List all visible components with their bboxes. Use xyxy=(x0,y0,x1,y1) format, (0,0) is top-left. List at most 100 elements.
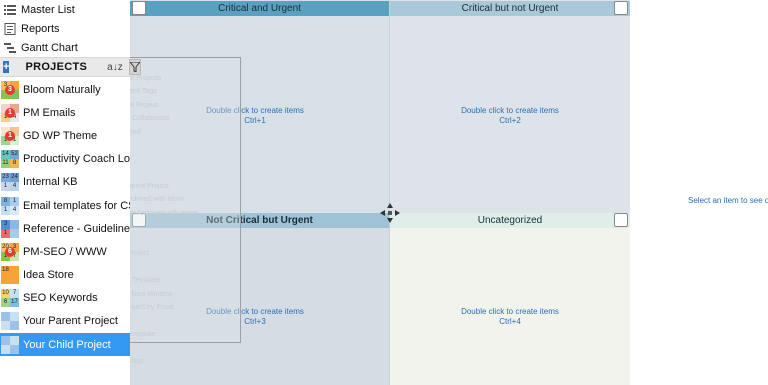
project-name: Email templates for CS Te xyxy=(23,199,130,212)
project-name: Internal KB xyxy=(23,176,78,189)
nav-master-list[interactable]: Master List xyxy=(0,0,130,19)
thumbnail-count xyxy=(10,266,19,276)
project-thumbnail-icon: 10 7 6 17 xyxy=(1,289,19,308)
nav-reports[interactable]: Reports xyxy=(0,19,130,38)
sidebar: Master List Reports Gantt Chart + PROJEC… xyxy=(0,0,141,385)
project-thumbnail-icon: 33 xyxy=(1,80,19,99)
thumbnail-count: 10 xyxy=(1,289,10,299)
alert-badge: 1 xyxy=(5,130,15,141)
thumbnail-count: 1 xyxy=(10,196,19,206)
project-item[interactable]: Your Child Project xyxy=(0,333,130,357)
thumbnail-count: 1 xyxy=(1,228,10,238)
move-cross-icon[interactable] xyxy=(380,203,400,223)
thumbnail-count: 23 xyxy=(1,173,10,183)
app-window: Critical and Urgent Double click to crea… xyxy=(0,0,768,385)
quadrant-uncategorized[interactable] xyxy=(390,213,630,385)
thumbnail-count: 4 xyxy=(10,182,19,192)
filter-button[interactable] xyxy=(128,59,141,75)
thumbnail-count xyxy=(10,219,19,229)
project-item[interactable]: 1452118 Productivity Coach Logan xyxy=(0,148,130,171)
nav-label-gantt: Gantt Chart xyxy=(21,41,78,54)
thumbnail-count xyxy=(1,275,10,285)
nav-label-reports: Reports xyxy=(21,22,60,35)
project-item[interactable]: 23 24 1 4 Internal KB xyxy=(0,171,130,194)
reports-icon xyxy=(4,22,16,35)
project-name: Productivity Coach Logan xyxy=(23,153,130,166)
project-thumbnail-icon: 20 3 1 7 6 xyxy=(1,242,19,261)
project-name: GD WP Theme xyxy=(23,129,98,142)
gantt-icon xyxy=(4,42,16,53)
thumbnail-count xyxy=(10,312,19,322)
project-item[interactable]: 10 7 6 17 SEO Keywords xyxy=(0,287,130,310)
add-project-icon[interactable]: + xyxy=(3,61,10,73)
project-thumbnail-icon: 18 xyxy=(1,266,19,285)
thumbnail-count xyxy=(10,228,19,238)
project-name: SEO Keywords xyxy=(23,292,98,305)
quadrant-header-2[interactable]: Critical but not Urgent xyxy=(390,1,630,16)
quadrant-1-checkbox[interactable] xyxy=(132,1,146,15)
project-name: Your Parent Project xyxy=(23,315,118,328)
project-name: Idea Store xyxy=(23,269,74,282)
alert-badge: 1 xyxy=(5,107,15,118)
matrix-divider xyxy=(389,0,390,385)
thumbnail-count: 17 xyxy=(10,298,19,308)
project-list: 3 3 Bloom Naturally 1 4 1 PM Emails 1 1 1 GD WP Th… xyxy=(0,78,130,357)
alert-badge: 6 xyxy=(5,246,15,257)
projects-label: PROJECTS xyxy=(25,61,88,73)
thumbnail-count: 18 xyxy=(1,266,10,276)
quadrant-4-hint: Double click to create items xyxy=(461,307,559,316)
thumbnail-count: 6 xyxy=(1,298,10,308)
project-thumbnail-icon: 111 xyxy=(1,126,19,145)
project-thumbnail-icon: 14 52 11 8 xyxy=(1,150,19,169)
project-thumbnail-icon: 31 xyxy=(1,219,19,238)
thumbnail-count: 8 xyxy=(1,196,10,206)
project-item[interactable]: 20 3 1 7 6 PM-SEO / WWW xyxy=(0,240,130,263)
thumbnail-count xyxy=(10,344,19,354)
project-item[interactable]: 3 3 Bloom Naturally xyxy=(0,78,130,101)
projects-header: + PROJECTS a↓z xyxy=(0,57,141,77)
project-thumbnail-icon xyxy=(1,312,19,331)
thumbnail-count xyxy=(1,312,10,322)
thumbnail-count: 14 xyxy=(1,150,10,160)
quadrant-2-shortcut: Ctrl+2 xyxy=(499,116,521,125)
project-item[interactable]: Your Parent Project xyxy=(0,310,130,333)
project-item[interactable]: 18 Idea Store xyxy=(0,264,130,287)
project-thumbnail-icon: 8114 xyxy=(1,196,19,215)
project-item[interactable]: 3 1 Reference - Guidelines xyxy=(0,217,130,240)
nav-gantt-chart[interactable]: Gantt Chart xyxy=(0,38,130,57)
thumbnail-count xyxy=(1,344,10,354)
list-icon xyxy=(4,4,16,15)
filter-icon xyxy=(129,62,140,72)
thumbnail-count: 4 xyxy=(10,205,19,215)
thumbnail-count xyxy=(10,335,19,345)
details-hint: Select an item to see de xyxy=(688,196,768,205)
quadrant-header-1[interactable]: Critical and Urgent xyxy=(130,1,389,16)
thumbnail-count: 11 xyxy=(1,159,10,169)
project-name: Bloom Naturally xyxy=(23,83,101,96)
quadrant-2-checkbox[interactable] xyxy=(614,1,628,15)
project-name: Your Child Project xyxy=(23,338,111,351)
quadrant-4-checkbox[interactable] xyxy=(614,213,628,227)
thumbnail-count xyxy=(1,335,10,345)
project-thumbnail-icon xyxy=(1,335,19,354)
thumbnail-count: 3 xyxy=(1,219,10,229)
project-name: PM-SEO / WWW xyxy=(23,245,107,258)
project-item[interactable]: 8114 Email templates for CS Te xyxy=(0,194,130,217)
thumbnail-count xyxy=(10,275,19,285)
quadrant-4-shortcut: Ctrl+4 xyxy=(499,317,521,326)
sort-az-icon[interactable]: a↓z xyxy=(107,62,123,73)
thumbnail-count: 7 xyxy=(10,289,19,299)
alert-badge: 3 xyxy=(5,84,15,95)
thumbnail-count xyxy=(1,321,10,331)
project-thumbnail-icon: 141 xyxy=(1,103,19,122)
thumbnail-count: 1 xyxy=(1,182,10,192)
thumbnail-count xyxy=(10,321,19,331)
project-item[interactable]: 1 4 1 PM Emails xyxy=(0,101,130,124)
project-name: PM Emails xyxy=(23,106,76,119)
quadrant-header-4[interactable]: Uncategorized xyxy=(390,213,630,228)
thumbnail-count: 52 xyxy=(10,150,19,160)
thumbnail-count: 8 xyxy=(10,159,19,169)
thumbnail-count: 1 xyxy=(1,205,10,215)
details-panel: Select an item to see de xyxy=(630,0,768,385)
project-item[interactable]: 1 1 1 GD WP Theme xyxy=(0,124,130,147)
